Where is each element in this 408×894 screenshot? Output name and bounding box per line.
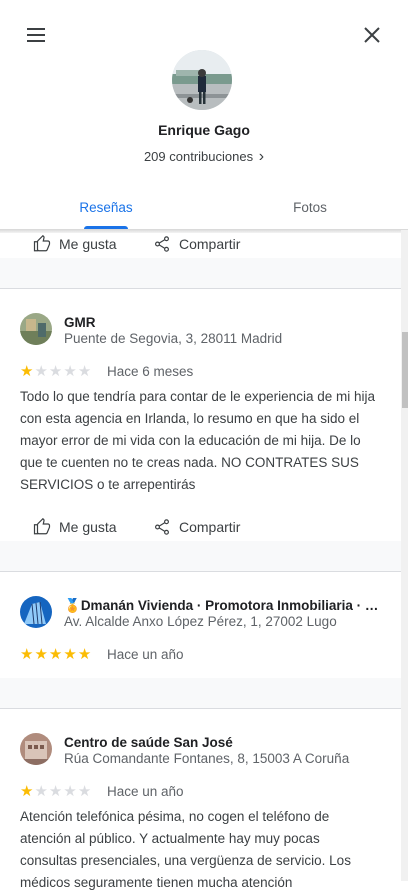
star-icon: ★: [63, 363, 77, 380]
review-separator: [0, 541, 408, 571]
like-label: Me gusta: [59, 236, 117, 252]
review-address: Puente de Segovia, 3, 28011 Madrid: [64, 331, 283, 346]
tabs-bar: Reseñas Fotos: [0, 190, 408, 230]
place-avatar[interactable]: [20, 313, 52, 345]
review-place-name[interactable]: 🏅Dmanán Vivienda · Promotora Inmobiliari…: [64, 598, 380, 614]
star-icon: ★: [48, 646, 63, 663]
review-rating: ★ ★ ★ ★ ★: [20, 647, 92, 662]
like-button[interactable]: Me gusta: [33, 235, 117, 253]
star-icon: ★: [20, 783, 34, 800]
close-icon[interactable]: [358, 21, 386, 49]
divider: [0, 571, 408, 572]
review-rating: ★ ★ ★ ★ ★: [20, 784, 92, 799]
thumb-up-icon: [33, 235, 51, 252]
star-icon: ★: [34, 783, 48, 800]
star-icon: ★: [48, 363, 63, 380]
profile-avatar[interactable]: [172, 50, 232, 110]
scrollbar-track[interactable]: [401, 230, 408, 881]
review-time: Hace 6 meses: [107, 364, 194, 379]
star-icon: ★: [63, 783, 77, 800]
star-icon: ★: [77, 646, 92, 663]
medal-icon: 🏅: [64, 598, 81, 613]
thumb-up-icon: [33, 518, 51, 535]
review-address: Av. Alcalde Anxo López Pérez, 1, 27002 L…: [64, 614, 337, 629]
share-label: Compartir: [179, 236, 241, 252]
star-icon: ★: [34, 646, 48, 663]
share-button[interactable]: Compartir: [153, 235, 240, 253]
contributions-link[interactable]: 209 contribuciones ›: [0, 148, 408, 166]
star-icon: ★: [63, 646, 77, 663]
star-icon: ★: [34, 363, 48, 380]
star-icon: ★: [20, 646, 34, 663]
menu-icon[interactable]: [22, 21, 50, 49]
review-place-name[interactable]: Centro de saúde San José: [64, 735, 384, 750]
tab-photos[interactable]: Fotos: [212, 190, 408, 230]
share-button[interactable]: Compartir: [153, 518, 240, 536]
place-avatar[interactable]: [20, 596, 52, 628]
star-icon: ★: [20, 363, 34, 380]
contributions-count: 209 contribuciones: [143, 149, 254, 164]
scrollbar-thumb[interactable]: [402, 332, 408, 408]
tabs-divider: [0, 229, 408, 233]
review-time: Hace un año: [107, 784, 184, 799]
star-icon: ★: [77, 363, 92, 380]
share-icon: [155, 236, 169, 252]
divider: [0, 288, 408, 289]
review-text: Todo lo que tendría para contar de le ex…: [20, 389, 375, 492]
profile-header: Enrique Gago 209 contribuciones › Reseña…: [0, 0, 408, 230]
place-avatar[interactable]: [20, 733, 52, 765]
chevron-right-icon: ›: [258, 148, 265, 165]
review-time: Hace un año: [107, 647, 184, 662]
review-separator: [0, 258, 408, 288]
share-icon: [155, 519, 169, 535]
like-button[interactable]: Me gusta: [33, 518, 117, 536]
star-icon: ★: [77, 783, 92, 800]
star-icon: ★: [48, 783, 63, 800]
review-separator: [0, 678, 408, 708]
profile-name: Enrique Gago: [158, 122, 250, 138]
divider: [0, 708, 408, 709]
review-rating: ★ ★ ★ ★ ★: [20, 364, 92, 379]
review-address: Rúa Comandante Fontanes, 8, 15003 A Coru…: [64, 751, 350, 766]
review-place-name[interactable]: GMR: [64, 315, 384, 330]
like-label: Me gusta: [59, 519, 117, 535]
share-label: Compartir: [179, 519, 241, 535]
tab-reviews[interactable]: Reseñas: [0, 190, 212, 230]
